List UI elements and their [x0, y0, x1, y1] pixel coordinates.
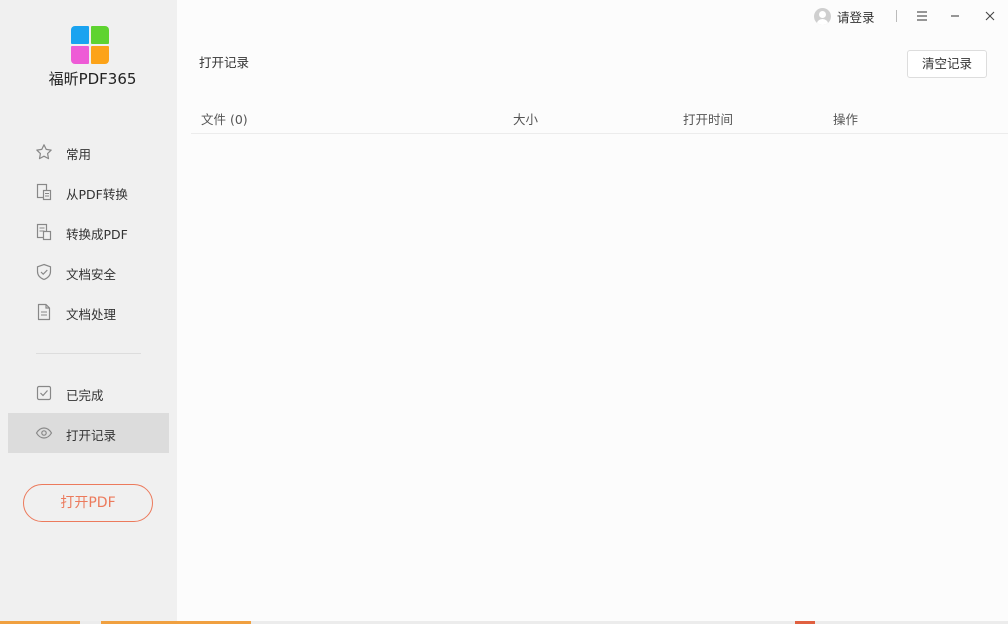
open-pdf-button[interactable]: 打开PDF [23, 484, 153, 522]
convert-to-pdf-icon [35, 223, 53, 241]
shield-icon [35, 263, 53, 281]
sidebar-item-open-history[interactable]: 打开记录 [8, 413, 169, 453]
column-header-open-time: 打开时间 [683, 112, 734, 127]
login-label: 请登录 [837, 10, 875, 25]
logo-tile-blue [71, 26, 89, 44]
sidebar: 福昕PDF365 常用 从PDF转换 转换成PDF 文档安全 文档处理 已完成 … [0, 0, 177, 624]
convert-from-pdf-icon [35, 183, 53, 201]
minimize-button[interactable] [945, 6, 965, 26]
column-header-size: 大小 [513, 112, 539, 127]
logo-tile-orange [91, 46, 109, 64]
sidebar-divider [36, 353, 141, 354]
sidebar-item-document-security[interactable]: 文档安全 [8, 252, 169, 292]
column-header-file: 文件 (0) [201, 112, 248, 127]
sidebar-item-label: 已完成 [66, 388, 104, 403]
sidebar-item-common[interactable]: 常用 [8, 132, 169, 172]
titlebar-separator [896, 10, 897, 22]
menu-button[interactable] [912, 6, 932, 26]
sidebar-item-convert-from-pdf[interactable]: 从PDF转换 [8, 172, 169, 212]
app-logo-icon [71, 26, 109, 64]
page-title: 打开记录 [199, 55, 250, 70]
logo-tile-pink [71, 46, 89, 64]
sidebar-item-completed[interactable]: 已完成 [8, 373, 169, 413]
main-panel: 请登录 打开记录 清空记录 文件 (0) 大小 打开时间 操作 [177, 0, 1008, 624]
sidebar-item-label: 文档安全 [66, 267, 117, 282]
logo-tile-green [91, 26, 109, 44]
sidebar-item-convert-to-pdf[interactable]: 转换成PDF [8, 212, 169, 252]
sidebar-item-label: 转换成PDF [66, 227, 128, 242]
sidebar-item-label: 打开记录 [66, 428, 117, 443]
menu-icon [916, 10, 928, 22]
app-name: 福昕PDF365 [48, 70, 137, 88]
close-icon [984, 10, 996, 22]
user-avatar-icon [814, 8, 831, 25]
column-header-actions: 操作 [833, 112, 859, 127]
table-header: 文件 (0) 大小 打开时间 操作 [191, 100, 1008, 134]
app-window: 福昕PDF365 常用 从PDF转换 转换成PDF 文档安全 文档处理 已完成 … [0, 0, 1008, 624]
sidebar-item-label: 常用 [66, 147, 92, 162]
close-button[interactable] [980, 6, 1000, 26]
checkbox-icon [35, 384, 53, 402]
sidebar-nav-secondary: 已完成 打开记录 [8, 373, 169, 453]
document-icon [35, 303, 53, 321]
sidebar-item-document-processing[interactable]: 文档处理 [8, 292, 169, 332]
sidebar-item-label: 文档处理 [66, 307, 117, 322]
minimize-icon [949, 10, 961, 22]
login-link[interactable]: 请登录 [814, 7, 875, 26]
star-icon [35, 143, 53, 161]
clear-history-button[interactable]: 清空记录 [907, 50, 987, 78]
sidebar-item-label: 从PDF转换 [66, 187, 128, 202]
eye-icon [35, 424, 53, 442]
sidebar-nav: 常用 从PDF转换 转换成PDF 文档安全 文档处理 [8, 132, 169, 332]
